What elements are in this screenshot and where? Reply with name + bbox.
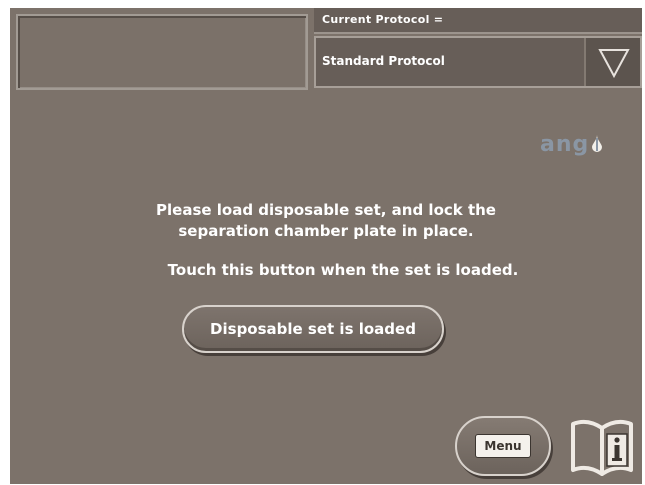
instruction-line-1: Please load disposable set, and lock the bbox=[156, 201, 496, 219]
triangle-down-icon bbox=[598, 49, 630, 78]
dropdown-toggle-button[interactable] bbox=[584, 38, 640, 86]
menu-button[interactable]: Menu bbox=[455, 416, 551, 476]
protocol-header: Current Protocol = bbox=[314, 8, 642, 34]
brand-logo-text: ang bbox=[540, 132, 590, 157]
instruction-line-2: separation chamber plate in place. bbox=[178, 222, 474, 240]
device-screen: Current Protocol = Standard Protocol ang… bbox=[10, 8, 642, 484]
protocol-value: Standard Protocol bbox=[322, 54, 445, 68]
disposable-set-loaded-button[interactable]: Disposable set is loaded bbox=[182, 305, 444, 353]
drop-icon bbox=[592, 135, 603, 152]
brand-logo: ang bbox=[540, 132, 603, 157]
protocol-dropdown[interactable]: Standard Protocol bbox=[314, 36, 642, 88]
instruction-line-3: Touch this button when the set is loaded… bbox=[167, 261, 519, 279]
menu-label: Menu bbox=[475, 434, 531, 458]
book-info-icon bbox=[571, 419, 633, 476]
help-book-button[interactable] bbox=[567, 414, 637, 478]
protocol-label: Current Protocol = bbox=[322, 13, 444, 26]
status-panel bbox=[16, 14, 308, 90]
